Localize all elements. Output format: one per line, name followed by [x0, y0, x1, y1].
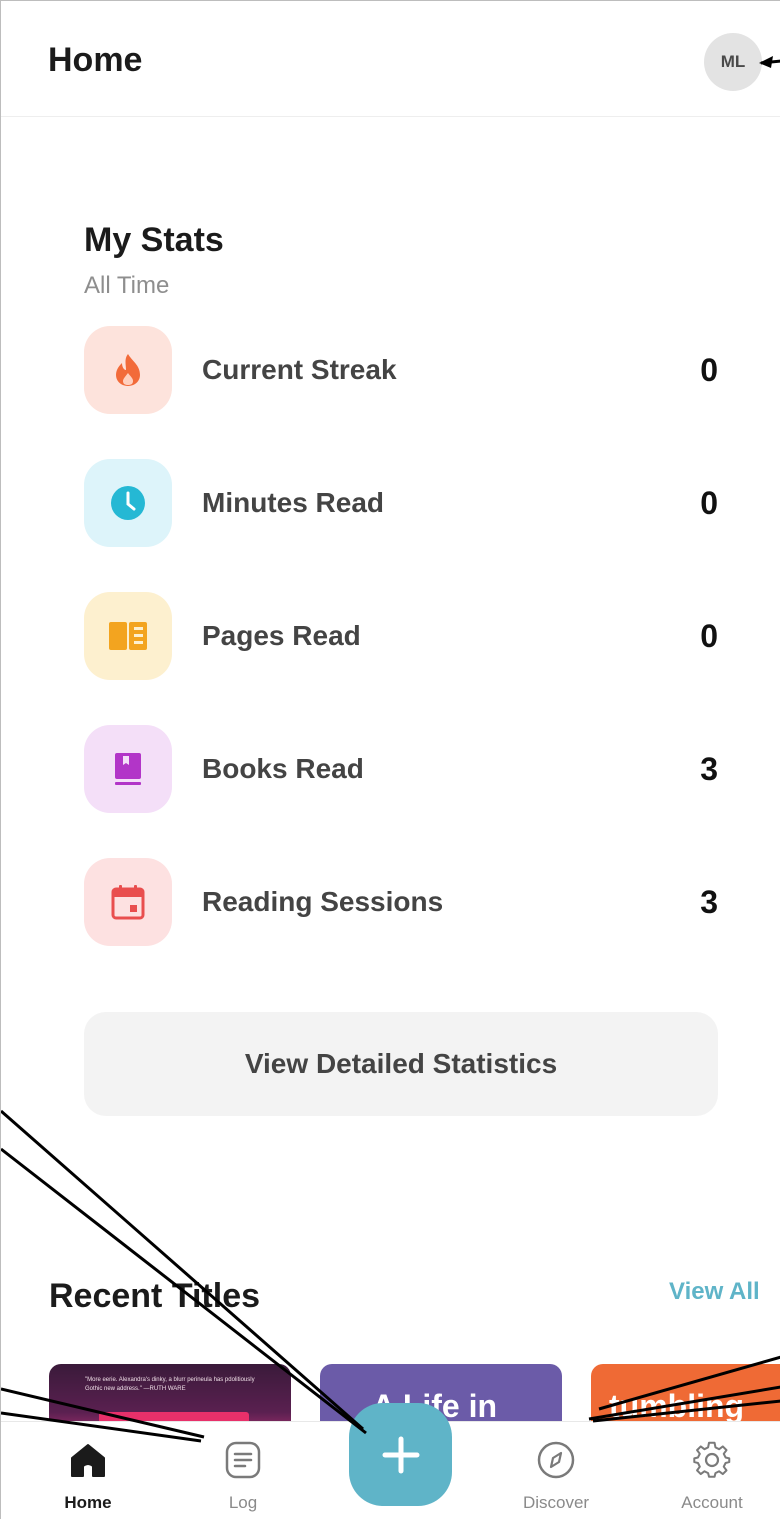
app-screen: Home ML My Stats All Time Current Streak…: [0, 0, 780, 1519]
stat-row-minutes-read: Minutes Read 0: [84, 459, 724, 547]
stat-label: Reading Sessions: [202, 886, 444, 917]
plus-icon: [382, 1436, 419, 1473]
stat-row-current-streak: Current Streak 0: [84, 326, 724, 414]
compass-icon: [537, 1441, 575, 1479]
nav-label: Account: [681, 1493, 743, 1512]
flame-icon: [84, 326, 172, 414]
stat-label: Minutes Read: [202, 487, 385, 518]
stat-row-books-read: Books Read 3: [84, 725, 724, 813]
book-open-icon: [84, 592, 172, 680]
stat-value: 0: [700, 485, 718, 521]
stat-label: Current Streak: [202, 354, 397, 385]
log-icon: [225, 1441, 261, 1479]
calendar-icon: [84, 858, 172, 946]
stats-title: My Stats: [84, 221, 224, 259]
stat-row-pages-read: Pages Read 0: [84, 592, 724, 680]
top-bar: Home ML: [1, 1, 780, 117]
view-detailed-statistics-button[interactable]: View Detailed Statistics: [84, 1012, 718, 1116]
add-button[interactable]: [349, 1403, 452, 1506]
book-cover-quote: "More eerie. Alexandra's dinky, a blurr …: [85, 1377, 255, 1392]
book-icon: [84, 725, 172, 813]
stat-value: 0: [700, 618, 718, 654]
nav-label: Home: [64, 1493, 112, 1512]
stat-value: 0: [700, 352, 718, 388]
gear-icon: [693, 1441, 731, 1478]
view-all-link[interactable]: View All: [669, 1278, 760, 1306]
book-cover-title: tumbling: [609, 1388, 745, 1424]
clock-icon: [84, 459, 172, 547]
stats-subtitle: All Time: [84, 272, 170, 299]
stat-label: Pages Read: [202, 620, 361, 651]
stat-row-reading-sessions: Reading Sessions 3: [84, 858, 724, 946]
stat-label: Books Read: [202, 753, 364, 784]
stat-value: 3: [700, 751, 718, 787]
home-icon: [71, 1444, 105, 1477]
page-title: Home: [48, 41, 143, 79]
nav-item-log[interactable]: Log: [188, 1422, 298, 1519]
stat-value: 3: [700, 884, 718, 920]
nav-item-account[interactable]: Account: [657, 1422, 767, 1519]
avatar[interactable]: ML: [704, 33, 762, 91]
recent-titles-heading: Recent Titles: [49, 1277, 261, 1315]
nav-item-discover[interactable]: Discover: [501, 1422, 611, 1519]
nav-label: Log: [228, 1493, 258, 1512]
nav-label: Discover: [522, 1493, 590, 1512]
nav-item-home[interactable]: Home: [33, 1422, 143, 1519]
